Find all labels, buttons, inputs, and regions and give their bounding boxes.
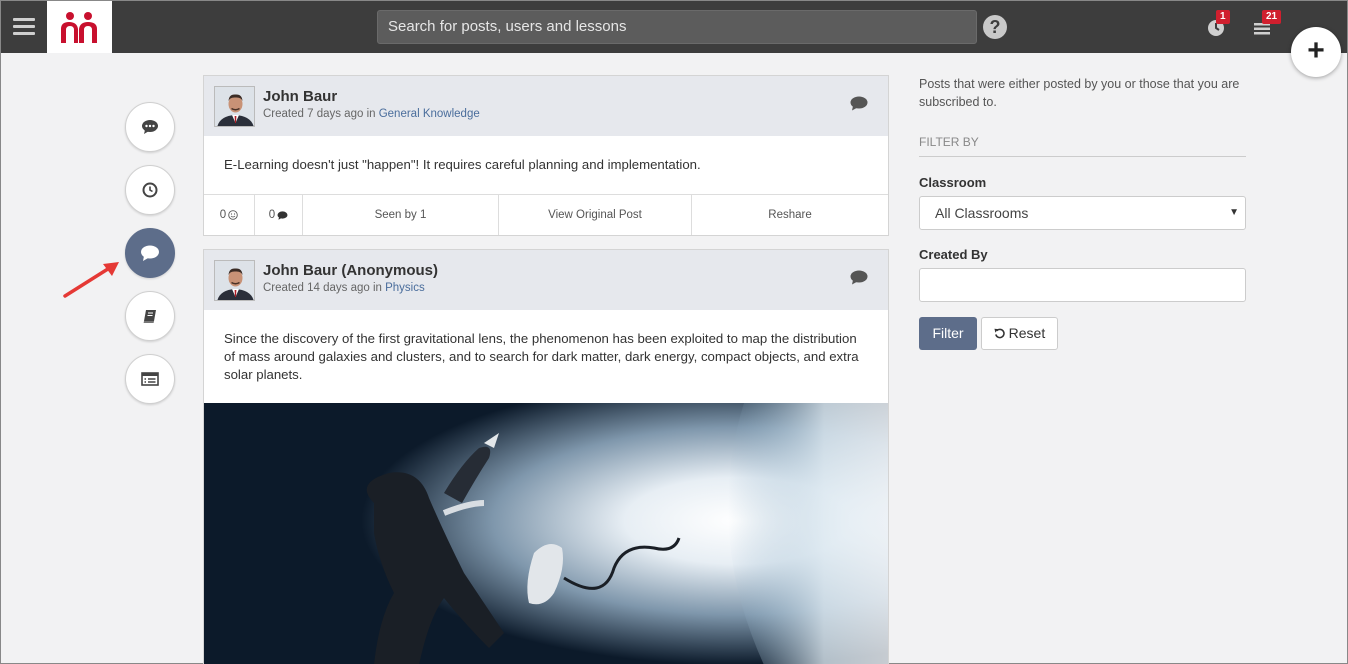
comments-button[interactable]: 0 — [255, 195, 303, 235]
post-category-link[interactable]: General Knowledge — [379, 108, 480, 120]
help-icon[interactable]: ? — [983, 15, 1007, 39]
created-by-label: Created By — [919, 247, 988, 262]
post-author[interactable]: John Baur (Anonymous) — [263, 262, 438, 279]
post-header: John Baur Created 7 days ago in General … — [204, 76, 888, 136]
post-card: John Baur (Anonymous) Created 14 days ag… — [203, 249, 889, 664]
post-card: John Baur Created 7 days ago in General … — [203, 75, 889, 236]
rail-posts-button[interactable] — [125, 228, 175, 278]
comment-icon[interactable] — [850, 96, 868, 111]
rail-lessons-button[interactable] — [125, 291, 175, 341]
top-bar: Search for posts, users and lessons ? 1 … — [1, 1, 1347, 53]
search-input[interactable]: Search for posts, users and lessons — [377, 10, 977, 44]
classroom-label: Classroom — [919, 175, 987, 190]
classroom-select[interactable]: All Classrooms ▼ — [919, 196, 1246, 230]
rail-history-button[interactable] — [125, 165, 175, 215]
classroom-selected-value: All Classrooms — [935, 205, 1029, 221]
rail-list-button[interactable] — [125, 354, 175, 404]
post-meta: Created 7 days ago in General Knowledge — [263, 108, 480, 120]
undo-icon — [994, 328, 1005, 339]
smile-icon — [228, 210, 238, 220]
book-icon — [143, 310, 156, 323]
post-created: Created 14 days ago in — [263, 282, 386, 294]
clock-icon — [142, 182, 158, 198]
post-author[interactable]: John Baur — [263, 88, 337, 105]
tasks-icon[interactable]: 21 — [1252, 10, 1282, 39]
created-by-input[interactable] — [919, 268, 1246, 302]
rail-chat-button[interactable] — [125, 102, 175, 152]
avatar[interactable] — [214, 86, 255, 127]
comment-icon[interactable] — [850, 270, 868, 285]
comment-count: 0 — [268, 209, 276, 221]
post-actions: 0 0 Seen by 1 View Original Post Reshare — [204, 194, 888, 235]
post-image[interactable] — [204, 403, 888, 664]
post-body: Since the discovery of the first gravita… — [224, 331, 859, 382]
avatar[interactable] — [214, 260, 255, 301]
filter-by-heading: FILTER BY — [919, 135, 1246, 157]
caret-down-icon: ▼ — [1229, 207, 1239, 218]
seen-by-button[interactable]: Seen by 1 — [303, 195, 499, 235]
comment-small-icon — [277, 210, 288, 220]
post-body: E-Learning doesn't just "happen"! It req… — [224, 157, 701, 172]
filter-button[interactable]: Filter — [919, 317, 977, 350]
like-count: 0 — [219, 209, 227, 221]
post-category-link[interactable]: Physics — [385, 282, 425, 294]
post-header: John Baur (Anonymous) Created 14 days ag… — [204, 250, 888, 310]
reshare-button[interactable]: Reshare — [692, 195, 888, 235]
app-logo[interactable] — [47, 1, 112, 53]
panel-intro-text: Posts that were either posted by you or … — [919, 77, 1240, 109]
post-meta: Created 14 days ago in Physics — [263, 282, 425, 294]
list-icon — [141, 372, 159, 386]
annotation-arrow-icon — [63, 262, 119, 298]
view-original-post-button[interactable]: View Original Post — [499, 195, 692, 235]
comment-icon — [141, 245, 159, 261]
chat-icon — [142, 120, 158, 134]
reset-label: Reset — [1008, 325, 1046, 341]
post-created: Created 7 days ago in — [263, 108, 379, 120]
like-button[interactable]: 0 — [204, 195, 255, 235]
notifications-badge: 1 — [1216, 10, 1230, 24]
reset-button[interactable]: Reset — [981, 317, 1058, 350]
tasks-badge: 21 — [1262, 10, 1282, 24]
add-button[interactable]: + — [1291, 27, 1341, 77]
notifications-icon[interactable]: 1 — [1206, 10, 1230, 39]
hamburger-menu-icon[interactable] — [13, 18, 35, 36]
